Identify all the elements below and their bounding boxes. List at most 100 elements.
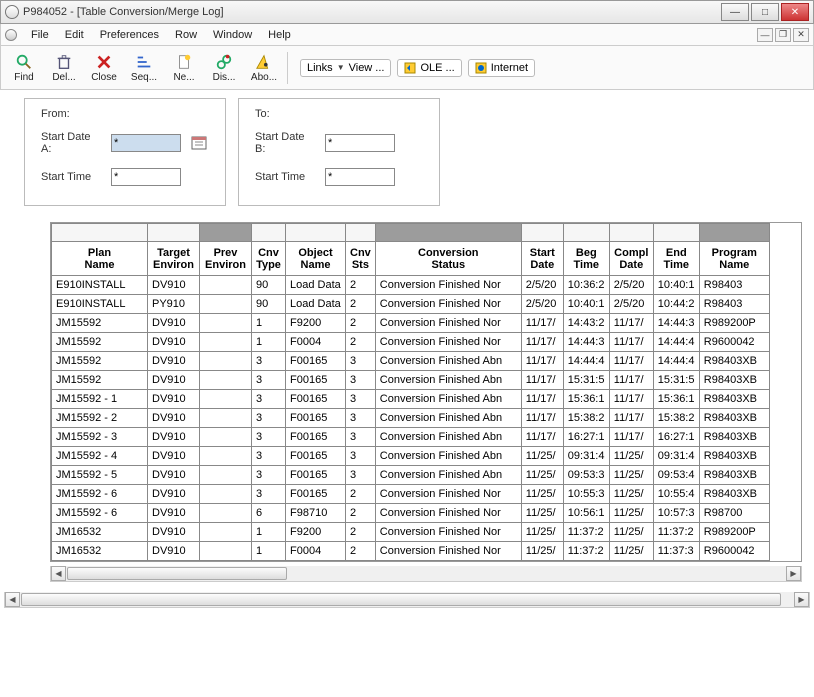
cell-cnv_type[interactable]: 1 bbox=[252, 523, 286, 542]
cell-plan_name[interactable]: JM15592 bbox=[52, 352, 148, 371]
cell-object_name[interactable]: F00165 bbox=[286, 409, 346, 428]
cell-conv_status[interactable]: Conversion Finished Nor bbox=[375, 333, 521, 352]
about-button[interactable]: Abo... bbox=[245, 48, 283, 88]
cell-beg_time[interactable]: 09:31:4 bbox=[563, 447, 609, 466]
cell-end_time[interactable]: 14:44:3 bbox=[653, 314, 699, 333]
cell-prev_env[interactable] bbox=[200, 390, 252, 409]
cell-prev_env[interactable] bbox=[200, 428, 252, 447]
cell-target_env[interactable]: DV910 bbox=[148, 333, 200, 352]
menu-preferences[interactable]: Preferences bbox=[92, 27, 167, 43]
cell-end_time[interactable]: 09:31:4 bbox=[653, 447, 699, 466]
maximize-button[interactable]: □ bbox=[751, 3, 779, 21]
cell-cnv_type[interactable]: 1 bbox=[252, 542, 286, 561]
start-date-b-input[interactable] bbox=[325, 134, 395, 152]
filter-cell-plan_name[interactable] bbox=[52, 224, 148, 242]
cell-target_env[interactable]: DV910 bbox=[148, 504, 200, 523]
menu-file[interactable]: File bbox=[23, 27, 57, 43]
minimize-button[interactable]: — bbox=[721, 3, 749, 21]
cell-object_name[interactable]: F9200 bbox=[286, 314, 346, 333]
cell-target_env[interactable]: DV910 bbox=[148, 409, 200, 428]
outer-scroll-right-arrow[interactable]: ▶ bbox=[794, 592, 809, 607]
cell-program_name[interactable]: R98403XB bbox=[699, 352, 769, 371]
cell-cnv_sts[interactable]: 2 bbox=[346, 333, 376, 352]
cell-cnv_sts[interactable]: 2 bbox=[346, 314, 376, 333]
menu-window[interactable]: Window bbox=[205, 27, 260, 43]
outer-scroll-left-arrow[interactable]: ◀ bbox=[5, 592, 20, 607]
cell-cnv_type[interactable]: 1 bbox=[252, 314, 286, 333]
table-row[interactable]: JM15592 - 4DV9103F001653Conversion Finis… bbox=[52, 447, 770, 466]
cell-program_name[interactable]: R989200P bbox=[699, 314, 769, 333]
cell-cnv_sts[interactable]: 2 bbox=[346, 276, 376, 295]
cell-program_name[interactable]: R98403XB bbox=[699, 409, 769, 428]
cell-cnv_sts[interactable]: 2 bbox=[346, 523, 376, 542]
cell-object_name[interactable]: F00165 bbox=[286, 428, 346, 447]
cell-compl_date[interactable]: 11/25/ bbox=[609, 542, 653, 561]
cell-conv_status[interactable]: Conversion Finished Nor bbox=[375, 295, 521, 314]
cell-plan_name[interactable]: JM15592 - 4 bbox=[52, 447, 148, 466]
delete-button[interactable]: Del... bbox=[45, 48, 83, 88]
cell-cnv_sts[interactable]: 3 bbox=[346, 409, 376, 428]
cell-program_name[interactable]: R98403XB bbox=[699, 447, 769, 466]
cell-cnv_type[interactable]: 3 bbox=[252, 428, 286, 447]
cell-compl_date[interactable]: 11/17/ bbox=[609, 371, 653, 390]
table-row[interactable]: JM15592 - 2DV9103F001653Conversion Finis… bbox=[52, 409, 770, 428]
mdi-minimize-button[interactable]: — bbox=[757, 28, 773, 42]
table-row[interactable]: JM16532DV9101F92002Conversion Finished N… bbox=[52, 523, 770, 542]
menu-row[interactable]: Row bbox=[167, 27, 205, 43]
column-header-conv_status[interactable]: ConversionStatus bbox=[375, 242, 521, 276]
table-row[interactable]: JM15592 - 3DV9103F001653Conversion Finis… bbox=[52, 428, 770, 447]
mdi-restore-button[interactable]: ❐ bbox=[775, 28, 791, 42]
cell-end_time[interactable]: 09:53:4 bbox=[653, 466, 699, 485]
close-button[interactable]: ✕ bbox=[781, 3, 809, 21]
cell-plan_name[interactable]: JM15592 - 2 bbox=[52, 409, 148, 428]
cell-conv_status[interactable]: Conversion Finished Abn bbox=[375, 352, 521, 371]
to-start-time-input[interactable] bbox=[325, 168, 395, 186]
cell-object_name[interactable]: F00165 bbox=[286, 371, 346, 390]
cell-end_time[interactable]: 14:44:4 bbox=[653, 333, 699, 352]
cell-conv_status[interactable]: Conversion Finished Abn bbox=[375, 447, 521, 466]
cell-plan_name[interactable]: JM15592 - 6 bbox=[52, 485, 148, 504]
cell-beg_time[interactable]: 10:40:1 bbox=[563, 295, 609, 314]
cell-beg_time[interactable]: 14:43:2 bbox=[563, 314, 609, 333]
table-row[interactable]: JM15592 - 1DV9103F001653Conversion Finis… bbox=[52, 390, 770, 409]
cell-start_date[interactable]: 11/17/ bbox=[521, 371, 563, 390]
cell-object_name[interactable]: F0004 bbox=[286, 542, 346, 561]
cell-target_env[interactable]: DV910 bbox=[148, 523, 200, 542]
cell-target_env[interactable]: DV910 bbox=[148, 542, 200, 561]
cell-target_env[interactable]: DV910 bbox=[148, 276, 200, 295]
cell-conv_status[interactable]: Conversion Finished Abn bbox=[375, 466, 521, 485]
cell-end_time[interactable]: 10:57:3 bbox=[653, 504, 699, 523]
table-row[interactable]: JM15592 - 5DV9103F001653Conversion Finis… bbox=[52, 466, 770, 485]
cell-prev_env[interactable] bbox=[200, 447, 252, 466]
column-header-prev_env[interactable]: PrevEnviron bbox=[200, 242, 252, 276]
cell-start_date[interactable]: 11/17/ bbox=[521, 333, 563, 352]
cell-prev_env[interactable] bbox=[200, 295, 252, 314]
filter-cell-cnv_sts[interactable] bbox=[346, 224, 376, 242]
cell-cnv_type[interactable]: 6 bbox=[252, 504, 286, 523]
cell-object_name[interactable]: F00165 bbox=[286, 485, 346, 504]
cell-end_time[interactable]: 15:36:1 bbox=[653, 390, 699, 409]
cell-program_name[interactable]: R98403XB bbox=[699, 390, 769, 409]
column-header-plan_name[interactable]: PlanName bbox=[52, 242, 148, 276]
table-row[interactable]: E910INSTALLPY91090Load Data2Conversion F… bbox=[52, 295, 770, 314]
menu-help[interactable]: Help bbox=[260, 27, 299, 43]
cell-end_time[interactable]: 10:40:1 bbox=[653, 276, 699, 295]
start-date-a-input[interactable] bbox=[111, 134, 181, 152]
cell-plan_name[interactable]: JM15592 bbox=[52, 333, 148, 352]
column-header-cnv_type[interactable]: CnvType bbox=[252, 242, 286, 276]
cell-prev_env[interactable] bbox=[200, 352, 252, 371]
cell-cnv_type[interactable]: 3 bbox=[252, 447, 286, 466]
cell-compl_date[interactable]: 11/17/ bbox=[609, 428, 653, 447]
cell-program_name[interactable]: R98403XB bbox=[699, 428, 769, 447]
cell-compl_date[interactable]: 11/17/ bbox=[609, 352, 653, 371]
cell-compl_date[interactable]: 11/17/ bbox=[609, 409, 653, 428]
cell-beg_time[interactable]: 15:31:5 bbox=[563, 371, 609, 390]
cell-beg_time[interactable]: 10:56:1 bbox=[563, 504, 609, 523]
new-button[interactable]: Ne... bbox=[165, 48, 203, 88]
cell-object_name[interactable]: F00165 bbox=[286, 466, 346, 485]
cell-target_env[interactable]: DV910 bbox=[148, 428, 200, 447]
cell-plan_name[interactable]: JM15592 bbox=[52, 371, 148, 390]
cell-plan_name[interactable]: E910INSTALL bbox=[52, 295, 148, 314]
table-row[interactable]: JM15592 - 6DV9103F001652Conversion Finis… bbox=[52, 485, 770, 504]
cell-plan_name[interactable]: JM15592 - 3 bbox=[52, 428, 148, 447]
